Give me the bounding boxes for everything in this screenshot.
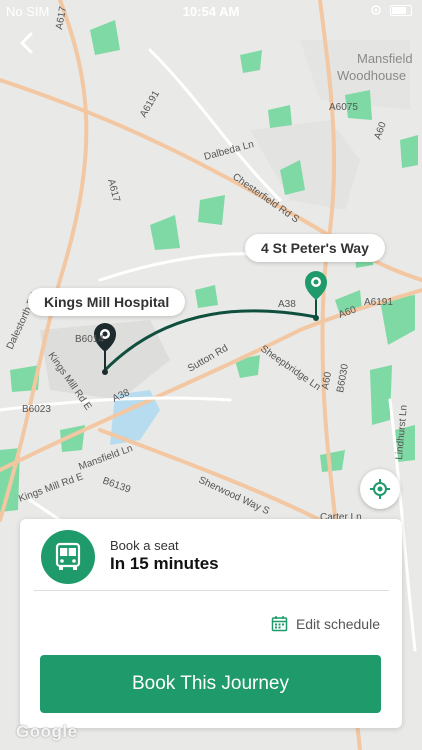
- book-seat-label: Book a seat: [110, 538, 179, 553]
- google-attribution: Google: [16, 722, 78, 741]
- origin-label: Kings Mill Hospital: [44, 294, 170, 310]
- status-icons: [370, 4, 412, 16]
- road-label: B6023: [22, 404, 51, 415]
- road-label: A38: [278, 299, 296, 310]
- back-chevron-icon: [20, 32, 33, 54]
- clock: 10:54 AM: [182, 4, 240, 19]
- status-bar: No SIM 10:54 AM: [0, 0, 422, 22]
- back-button[interactable]: [14, 30, 40, 56]
- bus-badge: [41, 530, 95, 584]
- locate-me-button[interactable]: [360, 469, 400, 509]
- place-label: Mansfield: [357, 51, 413, 66]
- destination-label-pill[interactable]: 4 St Peter's Way: [245, 234, 385, 262]
- booking-card: Book a seat In 15 minutes Edit schedule …: [20, 519, 402, 728]
- road-label: B6014: [75, 334, 104, 345]
- road-label: A6191: [364, 297, 393, 308]
- road-label: A6075: [329, 102, 358, 113]
- divider: [34, 590, 389, 591]
- origin-label-pill[interactable]: Kings Mill Hospital: [28, 288, 186, 316]
- locate-icon: [370, 479, 390, 499]
- battery-icon: [390, 4, 412, 16]
- calendar-icon: [271, 616, 288, 632]
- edit-schedule-label: Edit schedule: [295, 615, 380, 632]
- destination-label: 4 St Peter's Way: [261, 240, 369, 256]
- bus-icon: [55, 542, 81, 570]
- departure-time: In 15 minutes: [110, 554, 219, 573]
- place-label: Woodhouse: [337, 68, 406, 83]
- book-journey-button[interactable]: Book This Journey: [40, 655, 381, 713]
- location-services-icon: [371, 5, 381, 15]
- edit-schedule-button[interactable]: Edit schedule: [271, 615, 380, 632]
